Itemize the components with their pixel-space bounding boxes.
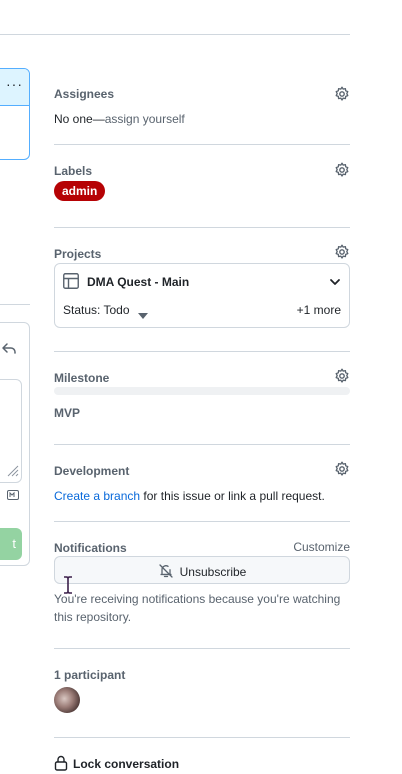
assign-yourself-link[interactable]: assign yourself — [105, 112, 185, 126]
project-more-link[interactable]: +1 more — [297, 303, 341, 317]
milestone-progress-bar — [54, 387, 350, 395]
participants-section: 1 participant — [54, 667, 350, 723]
notification-reason-text: You're receiving notifications because y… — [54, 592, 341, 624]
milestone-gear-icon[interactable] — [334, 368, 350, 384]
assignees-value: No one—assign yourself — [54, 112, 185, 126]
notifications-section: Notifications Customize Unsubscribe You'… — [54, 540, 350, 632]
milestone-name[interactable]: MVP — [54, 406, 80, 420]
selected-comment-card: ··· — [0, 68, 30, 160]
assignees-section: Assignees No one—assign yourself — [54, 86, 350, 126]
markdown-icon — [7, 489, 19, 503]
sidebar-divider — [54, 444, 350, 445]
sidebar-divider — [54, 227, 350, 228]
participant-avatar[interactable] — [54, 687, 80, 713]
assignees-title: Assignees — [54, 87, 115, 101]
notifications-title: Notifications — [54, 541, 127, 555]
label-admin[interactable]: admin — [54, 181, 106, 201]
comment-textarea[interactable] — [0, 379, 22, 483]
customize-link[interactable]: Customize — [293, 540, 350, 554]
milestone-title: Milestone — [54, 371, 110, 385]
development-text: Create a branch for this issue or link a… — [54, 489, 325, 503]
sidebar-divider — [54, 648, 350, 649]
comment-submit-button[interactable]: t — [0, 528, 22, 560]
development-title: Development — [54, 464, 130, 478]
assignees-gear-icon[interactable] — [334, 86, 350, 102]
caret-down-icon[interactable] — [138, 308, 148, 322]
unsubscribe-label: Unsubscribe — [179, 565, 247, 579]
comment-submit-label: t — [12, 536, 16, 551]
assignees-none-text: No one— — [54, 112, 105, 126]
sidebar-divider — [54, 144, 350, 145]
lock-icon — [54, 755, 68, 771]
sidebar-divider — [54, 351, 350, 352]
labels-gear-icon[interactable] — [334, 162, 350, 178]
sidebar-divider — [54, 521, 350, 522]
new-comment-editor: t — [0, 322, 30, 566]
participants-title: 1 participant — [54, 668, 126, 682]
chevron-down-icon[interactable] — [329, 276, 341, 291]
bell-slash-icon — [158, 564, 173, 578]
labels-section: Labels admin — [54, 162, 350, 213]
unsubscribe-inner: Unsubscribe — [55, 563, 349, 579]
project-status[interactable]: Status: Todo — [63, 303, 130, 317]
create-branch-link[interactable]: Create a branch — [54, 489, 140, 503]
projects-title: Projects — [54, 247, 102, 261]
text-cursor-icon — [63, 576, 73, 597]
milestone-section: Milestone MVP — [54, 368, 350, 430]
comment-card-header: ··· — [0, 69, 29, 106]
labels-title: Labels — [54, 164, 93, 178]
project-name[interactable]: DMA Quest - Main — [87, 275, 189, 289]
lock-conversation-label: Lock conversation — [73, 757, 180, 771]
undo-icon[interactable] — [1, 341, 17, 360]
unsubscribe-button[interactable]: Unsubscribe — [54, 556, 350, 584]
lock-conversation-button[interactable]: Lock conversation — [54, 755, 179, 771]
timeline-divider — [0, 304, 30, 305]
development-gear-icon[interactable] — [334, 461, 350, 477]
resize-grip-icon[interactable] — [5, 463, 19, 480]
kebab-menu-icon[interactable]: ··· — [6, 76, 23, 92]
projects-section: Projects DMA Quest - Main Status: Todo +… — [54, 244, 350, 336]
table-icon — [63, 273, 79, 292]
development-rest-text: for this issue or link a pull request. — [140, 489, 325, 503]
development-section: Development Create a branch for this iss… — [54, 461, 350, 503]
timeline-top-divider — [0, 34, 350, 35]
projects-gear-icon[interactable] — [334, 244, 350, 260]
project-card: DMA Quest - Main Status: Todo +1 more — [54, 263, 350, 328]
lock-section: Lock conversation — [54, 755, 350, 773]
sidebar-divider — [54, 737, 350, 738]
